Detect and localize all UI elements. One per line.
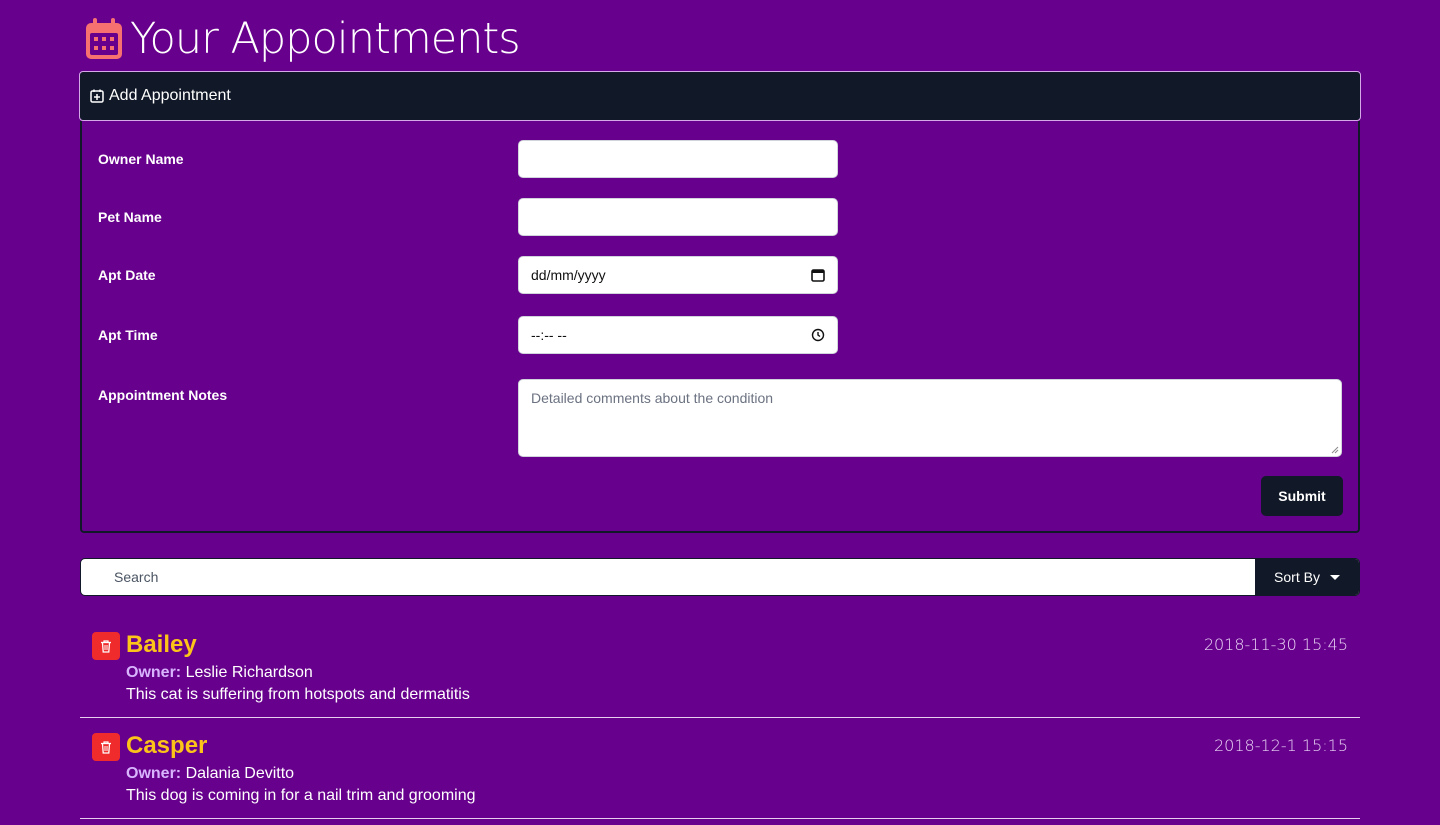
appointment-notes-textarea[interactable]: Detailed comments about the condition — [518, 379, 1342, 457]
delete-button[interactable] — [92, 632, 120, 660]
apt-date-input[interactable]: dd/mm/yyyy — [518, 256, 838, 294]
apt-date-placeholder: dd/mm/yyyy — [531, 267, 606, 283]
apt-time-input[interactable]: --:-- -- — [518, 316, 838, 354]
date-row: Apt Date — [98, 267, 156, 283]
apt-time-label: Apt Time — [98, 327, 158, 343]
pet-row: Pet Name — [98, 209, 162, 225]
time-row: Apt Time — [98, 327, 158, 343]
caret-down-icon — [1329, 574, 1340, 580]
appointment-notes-label: Appointment Notes — [98, 387, 228, 403]
owner-name-input[interactable] — [518, 140, 838, 178]
owner-name: Leslie Richardson — [185, 664, 313, 681]
clock-icon[interactable] — [811, 328, 825, 342]
owner-row: Owner Name — [98, 151, 184, 167]
owner-label: Owner: — [126, 664, 182, 681]
notes-placeholder: Detailed comments about the condition — [531, 390, 774, 406]
search-bar: Search Sort By — [80, 558, 1360, 596]
pet-name-label: Pet Name — [98, 209, 162, 225]
owner-name-label: Owner Name — [98, 151, 184, 167]
pet-name: Casper — [126, 732, 208, 759]
trash-icon — [101, 639, 111, 653]
trash-icon — [101, 740, 111, 754]
resize-handle-icon[interactable] — [1331, 446, 1339, 454]
add-appointment-label: Add Appointment — [109, 87, 231, 104]
calendar-icon — [86, 18, 122, 59]
notes-row: Appointment Notes — [98, 387, 227, 403]
header: Your Appointments — [84, 13, 521, 64]
apt-time-placeholder: --:-- -- — [531, 327, 567, 343]
sort-by-button[interactable]: Sort By — [1255, 559, 1359, 595]
appointment-date: 2018-11-30 15:45 — [1203, 635, 1348, 654]
owner-line: Owner: Leslie Richardson — [126, 664, 313, 682]
appointment-date: 2018-12-1 15:15 — [1214, 736, 1348, 755]
calendar-plus-icon — [90, 89, 104, 103]
calendar-picker-icon[interactable] — [811, 268, 825, 282]
appointment-item: Bailey 2018-11-30 15:45 Owner: Leslie Ri… — [80, 617, 1360, 718]
delete-button[interactable] — [92, 733, 120, 761]
appointment-notes: This dog is coming in for a nail trim an… — [126, 787, 476, 804]
pet-name-input[interactable] — [518, 198, 838, 236]
appointment-notes: This cat is suffering from hotspots and … — [126, 686, 470, 703]
sort-by-label: Sort By — [1274, 569, 1320, 585]
page-title: Your Appointments — [130, 13, 521, 64]
submit-button[interactable]: Submit — [1261, 476, 1343, 516]
appointment-form: Owner Name Pet Name Apt Date dd/mm/yyyy … — [80, 121, 1360, 533]
appointment-item: Casper 2018-12-1 15:15 Owner: Dalania De… — [80, 718, 1360, 819]
owner-name: Dalania Devitto — [185, 765, 295, 782]
pet-name: Bailey — [126, 631, 197, 658]
apt-date-label: Apt Date — [98, 267, 156, 283]
add-appointment-toggle[interactable]: Add Appointment — [79, 71, 1361, 121]
owner-label: Owner: — [126, 765, 182, 782]
search-input[interactable]: Search — [81, 559, 1256, 595]
owner-line: Owner: Dalania Devitto — [126, 765, 294, 783]
